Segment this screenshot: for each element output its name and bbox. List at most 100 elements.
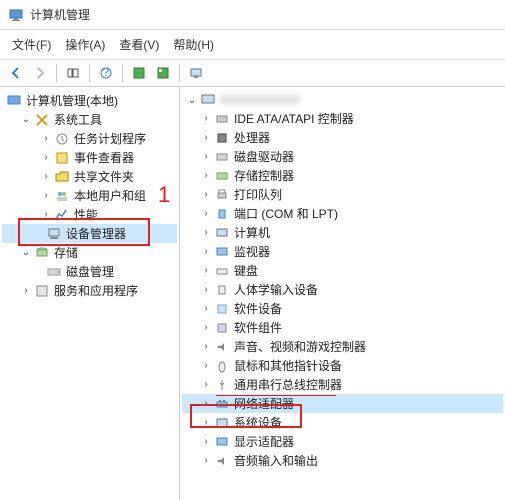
audio-icon — [214, 339, 230, 355]
device-ide[interactable]: ›IDE ATA/ATAPI 控制器 — [182, 109, 503, 128]
storage-icon — [34, 245, 50, 261]
computer-icon — [214, 225, 230, 241]
tree-services-apps[interactable]: › 服务和应用程序 — [2, 281, 177, 300]
toolbar-separator — [122, 64, 123, 82]
menu-action[interactable]: 操作(A) — [59, 34, 111, 55]
tree-shared-folders[interactable]: › 共享文件夹 — [2, 167, 177, 186]
collapse-icon[interactable]: ⌄ — [186, 94, 198, 106]
device-computer[interactable]: ›计算机 — [182, 223, 503, 242]
services-icon — [34, 283, 50, 299]
monitor-icon[interactable] — [186, 63, 206, 83]
expand-icon[interactable]: › — [40, 152, 52, 164]
tree-local-users[interactable]: › 本地用户和组 — [2, 186, 177, 205]
tree-device-manager[interactable]: 设备管理器 — [2, 224, 177, 243]
refresh-button[interactable] — [129, 63, 149, 83]
device-hid[interactable]: › 人体学输入设备 — [182, 280, 503, 299]
device-root[interactable]: ⌄ XXXXXXXXXX — [182, 91, 503, 109]
device-ports[interactable]: › 端口 (COM 和 LPT) — [182, 204, 503, 223]
expand-icon[interactable]: › — [200, 208, 212, 220]
device-sound[interactable]: ›声音、视频和游戏控制器 — [182, 337, 503, 356]
tree-event-viewer[interactable]: › 事件查看器 — [2, 148, 177, 167]
collapse-icon[interactable]: ⌄ — [20, 247, 32, 259]
menu-view[interactable]: 查看(V) — [113, 34, 165, 55]
tree-label: 设备管理器 — [66, 225, 126, 242]
properties-button[interactable] — [153, 63, 173, 83]
device-software-components[interactable]: ›软件组件 — [182, 318, 503, 337]
expand-icon[interactable]: › — [200, 436, 212, 448]
left-pane: 计算机管理(本地) ⌄ 系统工具 › 任务计划程序 › 事件查看器 › 共享文件… — [0, 87, 180, 500]
expand-icon[interactable]: › — [40, 133, 52, 145]
expand-icon[interactable]: › — [20, 285, 32, 297]
back-button[interactable] — [6, 63, 26, 83]
disk-drive-icon — [214, 149, 230, 165]
device-label: 人体学输入设备 — [234, 281, 318, 298]
device-processors[interactable]: › 处理器 — [182, 128, 503, 147]
tree-performance[interactable]: › 性能 — [2, 205, 177, 224]
device-label: 软件设备 — [234, 300, 282, 317]
show-button[interactable] — [63, 63, 83, 83]
expand-icon[interactable]: › — [200, 265, 212, 277]
device-mice[interactable]: ›鼠标和其他指针设备 — [182, 356, 503, 375]
device-monitors[interactable]: ›监视器 — [182, 242, 503, 261]
expand-icon[interactable]: › — [40, 190, 52, 202]
device-display-adapters[interactable]: › 显示适配器 — [182, 432, 503, 451]
menu-file[interactable]: 文件(F) — [6, 34, 57, 55]
device-label: 显示适配器 — [234, 433, 294, 450]
device-label: 存储控制器 — [234, 167, 294, 184]
expand-icon[interactable]: › — [200, 227, 212, 239]
expand-icon[interactable]: › — [200, 341, 212, 353]
help-button[interactable]: ? — [96, 63, 116, 83]
expand-icon[interactable]: › — [200, 322, 212, 334]
folder-icon — [54, 169, 70, 185]
expand-icon[interactable]: › — [200, 379, 212, 391]
menu-help[interactable]: 帮助(H) — [167, 34, 220, 55]
tree-label: 性能 — [74, 206, 98, 223]
tree-task-scheduler[interactable]: › 任务计划程序 — [2, 129, 177, 148]
hid-icon — [214, 282, 230, 298]
expand-icon[interactable]: › — [200, 417, 212, 429]
device-storage-controllers[interactable]: › 存储控制器 — [182, 166, 503, 185]
expand-icon[interactable]: › — [200, 455, 212, 467]
tree-label: 本地用户和组 — [74, 187, 146, 204]
software-device-icon — [214, 301, 230, 317]
device-label: 处理器 — [234, 129, 270, 146]
expand-icon[interactable]: › — [200, 398, 212, 410]
device-label: 系统设备 — [234, 414, 282, 431]
tree-storage[interactable]: ⌄ 存储 — [2, 243, 177, 262]
expand-icon[interactable]: › — [200, 151, 212, 163]
performance-icon — [54, 207, 70, 223]
display-icon — [214, 434, 230, 450]
expand-icon[interactable]: › — [200, 284, 212, 296]
expand-icon[interactable]: › — [40, 171, 52, 183]
expand-icon[interactable]: › — [200, 132, 212, 144]
expand-icon[interactable]: › — [200, 113, 212, 125]
collapse-icon[interactable]: ⌄ — [20, 114, 32, 126]
tree-label: 共享文件夹 — [74, 168, 134, 185]
device-keyboards[interactable]: ›键盘 — [182, 261, 503, 280]
tree-disk-management[interactable]: 磁盘管理 — [2, 262, 177, 281]
audio-io-icon — [214, 453, 230, 469]
device-system-devices[interactable]: › 系统设备 — [182, 413, 503, 432]
expand-icon[interactable]: › — [200, 303, 212, 315]
expand-icon[interactable]: › — [200, 246, 212, 258]
device-network-adapters[interactable]: ›网络适配器 — [182, 394, 503, 413]
device-print-queues[interactable]: ›打印队列 — [182, 185, 503, 204]
expand-icon[interactable]: › — [200, 360, 212, 372]
device-label: 端口 (COM 和 LPT) — [234, 205, 338, 222]
disk-icon — [46, 264, 62, 280]
device-disk-drives[interactable]: ›磁盘驱动器 — [182, 147, 503, 166]
expand-icon[interactable]: › — [200, 189, 212, 201]
tree-label: 磁盘管理 — [66, 263, 114, 280]
component-icon — [214, 320, 230, 336]
tree-label: 计算机管理(本地) — [26, 92, 118, 109]
device-audio-io[interactable]: ›音频输入和输出 — [182, 451, 503, 470]
computer-icon — [200, 92, 216, 108]
device-software-devices[interactable]: › 软件设备 — [182, 299, 503, 318]
forward-button[interactable] — [30, 63, 50, 83]
expand-icon[interactable]: › — [200, 170, 212, 182]
expand-icon[interactable]: › — [40, 209, 52, 221]
toolbar-separator — [179, 64, 180, 82]
device-usb[interactable]: ›通用串行总线控制器 — [182, 375, 503, 394]
tree-system-tools[interactable]: ⌄ 系统工具 — [2, 110, 177, 129]
tree-root[interactable]: 计算机管理(本地) — [2, 91, 177, 110]
